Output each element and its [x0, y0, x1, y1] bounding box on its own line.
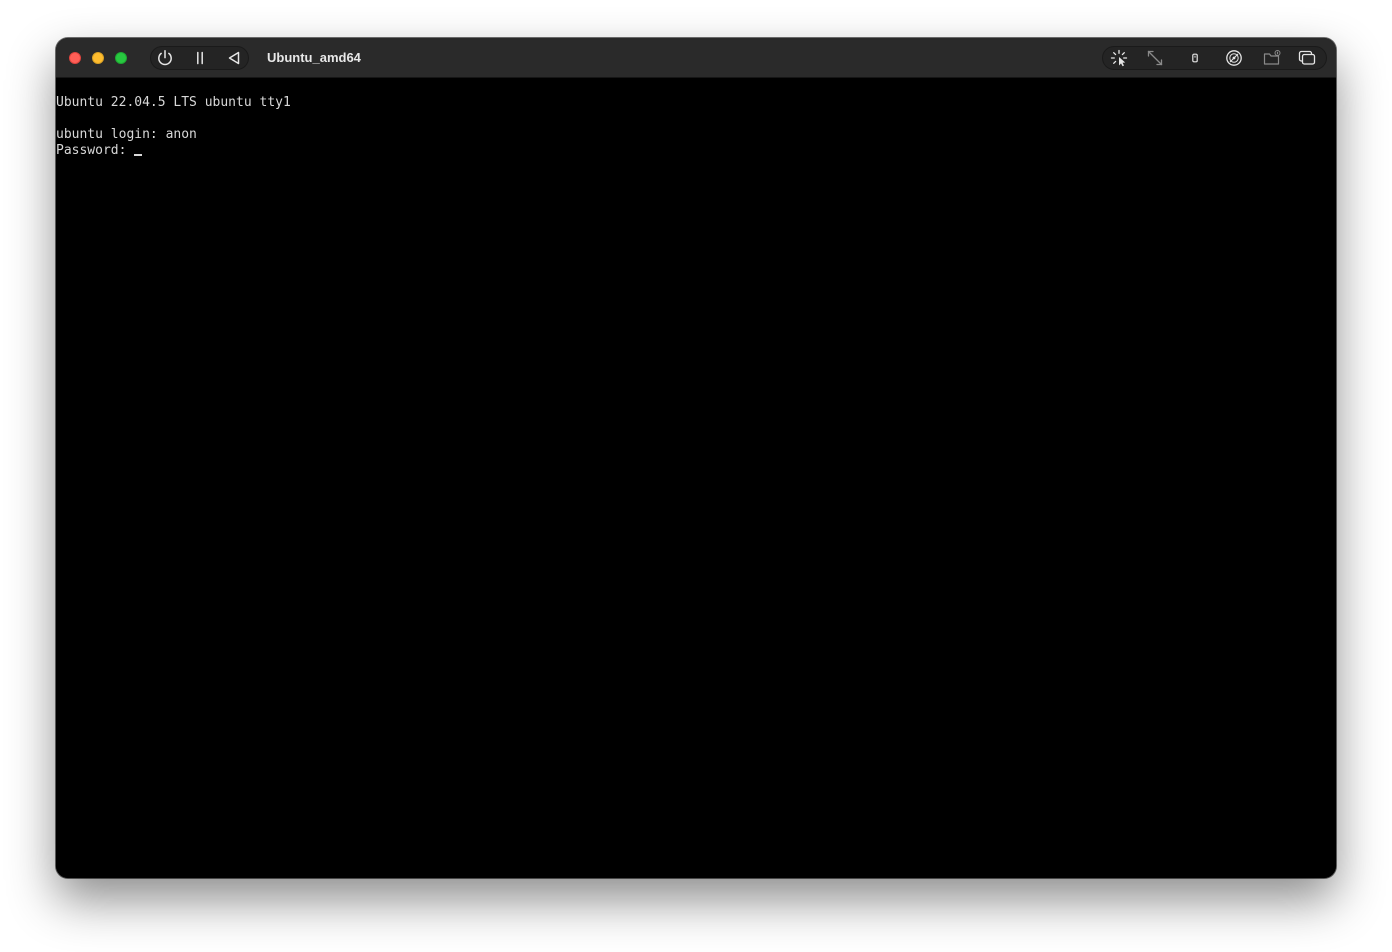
shared-folder-icon[interactable]: [1262, 48, 1282, 68]
vm-options-group: [1102, 46, 1327, 70]
capture-input-icon[interactable]: [1109, 48, 1129, 68]
drive-icon[interactable]: [1224, 48, 1244, 68]
windows-icon[interactable]: [1297, 48, 1317, 68]
usb-device-icon[interactable]: [1185, 48, 1205, 68]
back-icon[interactable]: [224, 48, 244, 68]
power-icon[interactable]: [155, 48, 175, 68]
tty-password-prompt: Password:: [56, 143, 135, 158]
pause-icon[interactable]: [190, 48, 210, 68]
tty-password-line[interactable]: Password:: [56, 143, 143, 159]
window-title: Ubuntu_amd64: [267, 50, 361, 65]
tty-login-prompt: ubuntu login: anon: [56, 127, 197, 142]
close-button[interactable]: [69, 52, 81, 64]
vm-window: Ubuntu_amd64 Ubuntu 22.04.5 LTS ubuntu t…: [56, 38, 1336, 878]
tty-banner: Ubuntu 22.04.5 LTS ubuntu tty1: [56, 95, 291, 110]
vm-display[interactable]: Ubuntu 22.04.5 LTS ubuntu tty1 ubuntu lo…: [56, 78, 1336, 878]
text-cursor: [134, 154, 143, 156]
minimize-button[interactable]: [92, 52, 104, 64]
resize-icon[interactable]: [1145, 48, 1165, 68]
title-bar[interactable]: Ubuntu_amd64: [56, 38, 1336, 78]
zoom-button[interactable]: [115, 52, 127, 64]
